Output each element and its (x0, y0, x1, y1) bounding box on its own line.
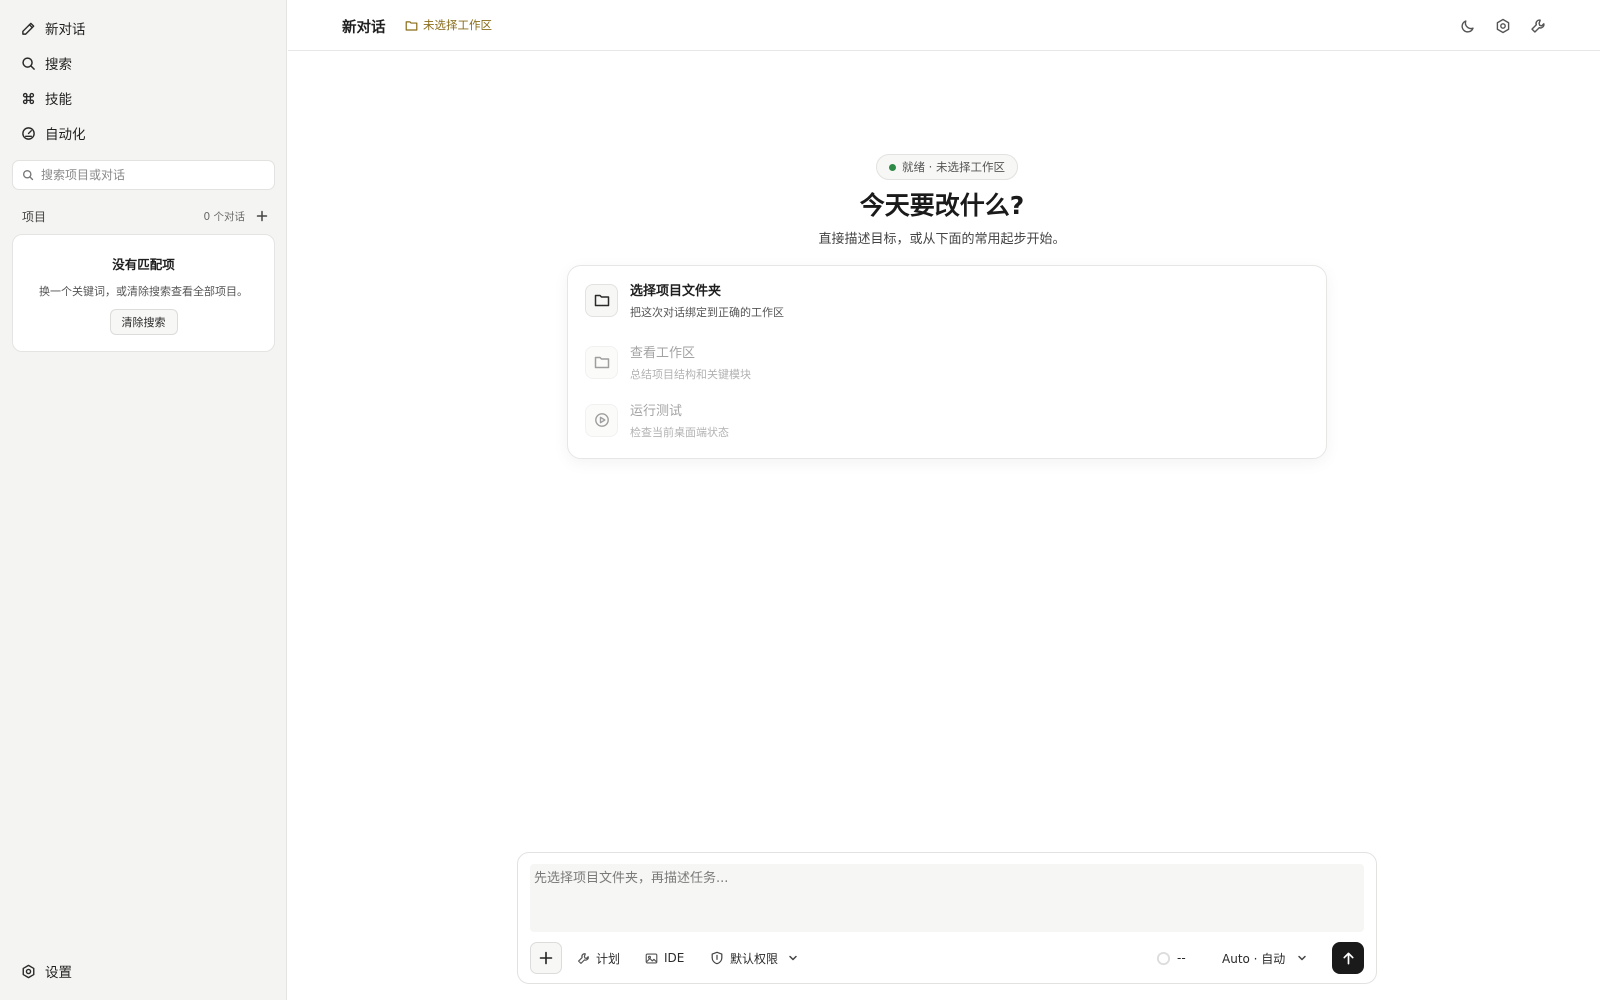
search-icon (20, 55, 36, 71)
add-attachment-button[interactable] (530, 942, 562, 974)
settings-nav-item[interactable]: 设置 (20, 959, 72, 983)
automation-nav-item[interactable]: 自动化 (20, 121, 86, 145)
plus-icon (538, 950, 554, 966)
automation-label: 自动化 (45, 127, 86, 143)
pencil-icon (20, 20, 36, 36)
send-button[interactable] (1332, 942, 1364, 974)
permission-label: 默认权限 (730, 951, 779, 966)
hero-subtitle: 直接描述目标，或从下面的常用起步开始。 (818, 232, 1066, 247)
wrench-icon[interactable] (1528, 16, 1548, 36)
projects-count: 0 个对话 (203, 210, 245, 223)
plan-label: 计划 (596, 951, 621, 966)
status-badge: 就绪 · 未选择工作区 (876, 154, 1018, 180)
folder-icon (405, 19, 418, 32)
status-dot (889, 163, 897, 171)
clear-search-button[interactable]: 清除搜索 (109, 309, 178, 335)
settings-gear-icon (20, 963, 36, 979)
settings-gear-icon[interactable] (1493, 16, 1513, 36)
skills-label: 技能 (45, 92, 72, 108)
action-run-tests: 运行测试 检查当前桌面端状态 (585, 398, 1305, 442)
model-selector[interactable]: Auto · 自动 (1222, 948, 1307, 968)
search-nav-item[interactable]: 搜索 (20, 51, 72, 75)
hero-title: 今天要改什么? (859, 191, 1025, 220)
folder-icon (585, 345, 618, 379)
permission-dropdown[interactable]: 默认权限 (710, 948, 798, 968)
play-circle-icon (585, 403, 618, 437)
action-title: 运行测试 (630, 404, 683, 419)
image-icon (645, 952, 658, 965)
action-description: 检查当前桌面端状态 (630, 426, 729, 439)
moon-icon[interactable] (1458, 16, 1478, 36)
message-composer: 计划 IDE 默认权限 -- Auto · 自动 (517, 852, 1377, 984)
composer-toolbar: 计划 IDE 默认权限 -- Auto · 自动 (530, 942, 1364, 974)
plan-toggle[interactable]: 计划 (577, 948, 620, 968)
model-label: Auto · 自动 (1222, 951, 1286, 966)
ide-toggle[interactable]: IDE (645, 948, 684, 968)
status-text: 就绪 · 未选择工作区 (902, 160, 1005, 174)
action-view-workspace: 查看工作区 总结项目结构和关键模块 (585, 340, 1305, 384)
projects-header: 项目 0 个对话 (22, 207, 269, 225)
command-icon (20, 90, 36, 106)
new-chat-nav-item[interactable]: 新对话 (20, 16, 86, 40)
workspace-label: 未选择工作区 (423, 18, 492, 32)
empty-state-description: 换一个关键词，或清除搜索查看全部项目。 (39, 285, 248, 298)
folder-icon (585, 283, 618, 317)
empty-state-card: 没有匹配项 换一个关键词，或清除搜索查看全部项目。 清除搜索 (12, 234, 275, 352)
arrow-up-icon (1341, 951, 1356, 966)
search-label: 搜索 (45, 57, 72, 73)
page-title: 新对话 (342, 20, 386, 36)
context-usage-indicator: -- (1156, 948, 1186, 968)
top-header: 新对话 未选择工作区 (288, 0, 1600, 51)
shield-icon (710, 951, 724, 965)
action-description: 把这次对话绑定到正确的工作区 (630, 306, 784, 319)
message-input[interactable] (530, 864, 1364, 932)
plan-icon (577, 952, 590, 965)
chevron-down-icon (788, 953, 798, 963)
sidebar-search-input[interactable] (41, 168, 251, 182)
loading-circle-icon (1156, 951, 1171, 966)
action-title: 选择项目文件夹 (630, 284, 722, 299)
action-choose-project-folder[interactable]: 选择项目文件夹 把这次对话绑定到正确的工作区 (585, 278, 1305, 322)
new-chat-label: 新对话 (45, 22, 86, 38)
skills-nav-item[interactable]: 技能 (20, 86, 72, 110)
settings-label: 设置 (45, 965, 72, 981)
sidebar: 新对话 搜索 技能 自动化 项目 0 个对话 没有匹配项 换一个关键词，或清除搜 (0, 0, 287, 1000)
projects-label: 项目 (22, 209, 47, 224)
gauge-icon (20, 125, 36, 141)
context-usage-value: -- (1177, 951, 1186, 965)
action-description: 总结项目结构和关键模块 (630, 368, 751, 381)
workspace-selector[interactable]: 未选择工作区 (405, 17, 492, 33)
add-project-icon[interactable] (255, 209, 269, 223)
quick-start-card: 选择项目文件夹 把这次对话绑定到正确的工作区 查看工作区 总结项目结构和关键模块… (567, 265, 1327, 459)
empty-state-title: 没有匹配项 (112, 257, 175, 272)
sidebar-search-box[interactable] (12, 160, 275, 190)
action-title: 查看工作区 (630, 346, 696, 361)
ide-label: IDE (664, 951, 685, 965)
chevron-down-icon (1297, 953, 1307, 963)
search-icon (22, 169, 34, 181)
